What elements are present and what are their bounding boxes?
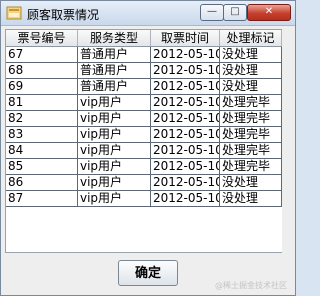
- time-cell: 2012-05-10: [153, 143, 220, 158]
- service-type-cell: 普通用户: [78, 63, 151, 78]
- table-row[interactable]: 81 vip用户 2012-05-10 处理完毕: [6, 95, 282, 111]
- title-bar[interactable]: 顾客取票情况 — □ ✕: [1, 1, 295, 26]
- column-header-time[interactable]: 取票时间: [151, 30, 220, 46]
- time-cell: 2012-05-10: [153, 63, 220, 78]
- status-cell: 处理完毕: [220, 111, 282, 126]
- service-type-cell: vip用户: [78, 159, 151, 174]
- time-cell: 2012-05-10: [153, 47, 220, 62]
- time-cell: 2012-05-10: [153, 79, 220, 94]
- table-row[interactable]: 84 vip用户 2012-05-10 处理完毕: [6, 143, 282, 159]
- status-cell: 处理完毕: [220, 159, 282, 174]
- ticket-no-cell: 67: [6, 47, 78, 62]
- table-row[interactable]: 86 vip用户 2012-05-10 没处理: [6, 175, 282, 191]
- status-cell: 没处理: [220, 47, 282, 62]
- service-type-cell: 普通用户: [78, 79, 151, 94]
- service-type-cell: vip用户: [78, 127, 151, 142]
- service-type-cell: vip用户: [78, 95, 151, 110]
- table-header: 票号编号 服务类型 取票时间 处理标记: [6, 30, 282, 47]
- table-row[interactable]: 87 vip用户 2012-05-10 没处理: [6, 191, 282, 207]
- status-cell: 没处理: [220, 175, 282, 190]
- time-cell: 2012-05-10: [153, 191, 220, 206]
- service-type-cell: vip用户: [78, 143, 151, 158]
- column-header-service-type[interactable]: 服务类型: [78, 30, 151, 46]
- tickets-table: 票号编号 服务类型 取票时间 处理标记 67 普通用户 2012-05-10 没处理 6…: [5, 29, 283, 253]
- time-cell: 2012-05-10: [153, 127, 220, 142]
- table-row[interactable]: 67 普通用户 2012-05-10 没处理: [6, 47, 282, 63]
- ticket-no-cell: 68: [6, 63, 78, 78]
- status-cell: 处理完毕: [220, 127, 282, 142]
- window-title: 顾客取票情况: [27, 8, 100, 22]
- ticket-no-cell: 84: [6, 143, 78, 158]
- status-cell: 没处理: [220, 191, 282, 206]
- time-cell: 2012-05-10: [153, 159, 220, 174]
- ticket-no-cell: 87: [6, 191, 78, 206]
- service-type-cell: vip用户: [78, 175, 151, 190]
- dialog-window: 顾客取票情况 — □ ✕ 票号编号 服务类型 取票时间 处理标记 67 普通用户 2…: [0, 0, 296, 296]
- table-row[interactable]: 82 vip用户 2012-05-10 处理完毕: [6, 111, 282, 127]
- table-row[interactable]: 83 vip用户 2012-05-10 处理完毕: [6, 127, 282, 143]
- time-cell: 2012-05-10: [153, 175, 220, 190]
- maximize-button[interactable]: □: [223, 4, 247, 21]
- time-cell: 2012-05-10: [153, 95, 220, 110]
- table-row[interactable]: 69 普通用户 2012-05-10 没处理: [6, 79, 282, 95]
- status-cell: 没处理: [220, 63, 282, 78]
- ticket-no-cell: 85: [6, 159, 78, 174]
- table-row[interactable]: 85 vip用户 2012-05-10 处理完毕: [6, 159, 282, 175]
- ticket-no-cell: 82: [6, 111, 78, 126]
- close-button[interactable]: ✕: [247, 4, 291, 21]
- status-cell: 处理完毕: [220, 95, 282, 110]
- service-type-cell: vip用户: [78, 191, 151, 206]
- scroll-area: [282, 29, 293, 253]
- watermark: @稀土掘金技术社区: [215, 281, 287, 290]
- column-header-status[interactable]: 处理标记: [220, 30, 282, 46]
- ticket-no-cell: 69: [6, 79, 78, 94]
- service-type-cell: vip用户: [78, 111, 151, 126]
- status-cell: 没处理: [220, 79, 282, 94]
- app-icon: [6, 6, 22, 20]
- time-cell: 2012-05-10: [153, 111, 220, 126]
- minimize-button[interactable]: —: [200, 4, 224, 21]
- status-cell: 处理完毕: [220, 143, 282, 158]
- confirm-button[interactable]: 确定: [118, 260, 178, 286]
- table-row[interactable]: 68 普通用户 2012-05-10 没处理: [6, 63, 282, 79]
- ticket-no-cell: 86: [6, 175, 78, 190]
- ticket-no-cell: 81: [6, 95, 78, 110]
- ticket-no-cell: 83: [6, 127, 78, 142]
- column-header-ticket-no[interactable]: 票号编号: [6, 30, 78, 46]
- service-type-cell: 普通用户: [78, 47, 151, 62]
